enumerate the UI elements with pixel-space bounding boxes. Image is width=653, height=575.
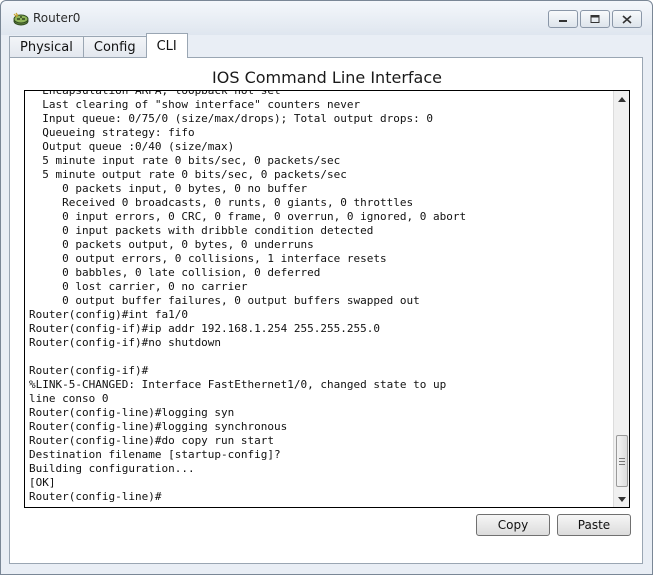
scroll-down-icon xyxy=(618,496,626,502)
terminal-line: Router(config-line)#logging synchronous xyxy=(29,420,288,433)
terminal-line: Output queue :0/40 (size/max) xyxy=(29,140,235,153)
tab-config[interactable]: Config xyxy=(82,36,147,58)
paste-button[interactable]: Paste xyxy=(557,514,631,536)
tab-cli[interactable]: CLI xyxy=(145,33,188,58)
terminal-line: Router(config)#int fa1/0 xyxy=(29,308,188,321)
terminal-line: 0 packets input, 0 bytes, 0 no buffer xyxy=(29,182,308,195)
router-icon xyxy=(13,11,29,26)
terminal-line: 0 input errors, 0 CRC, 0 frame, 0 overru… xyxy=(29,210,467,223)
close-button[interactable] xyxy=(612,10,642,28)
tab-physical[interactable]: Physical xyxy=(9,36,84,58)
scroll-up-icon xyxy=(618,96,626,102)
terminal-console[interactable]: Encapsulation ARPA, loopback not set Las… xyxy=(24,90,630,508)
terminal-scrollbar[interactable] xyxy=(613,91,629,507)
terminal-line: Router(config-if)#no shutdown xyxy=(29,336,222,349)
window-controls xyxy=(548,10,642,28)
terminal-line: Received 0 broadcasts, 0 runts, 0 giants… xyxy=(29,196,414,209)
terminal-line: 5 minute output rate 0 bits/sec, 0 packe… xyxy=(29,168,347,181)
title-bar[interactable]: Router0 xyxy=(1,1,652,35)
terminal-line: %LINK-5-CHANGED: Interface FastEthernet1… xyxy=(29,378,447,391)
terminal-line: Building configuration... xyxy=(29,462,195,475)
terminal-line: Router(config-if)#ip addr 192.168.1.254 … xyxy=(29,322,380,335)
terminal-line: line conso 0 xyxy=(29,392,109,405)
terminal-line: Queueing strategy: fifo xyxy=(29,126,195,139)
terminal-line: [OK] xyxy=(29,476,56,489)
terminal-line: 0 packets output, 0 bytes, 0 underruns xyxy=(29,238,314,251)
terminal-line: 0 babbles, 0 late collision, 0 deferred xyxy=(29,266,321,279)
terminal-line: Input queue: 0/75/0 (size/max/drops); To… xyxy=(29,112,433,125)
terminal-line: 0 lost carrier, 0 no carrier xyxy=(29,280,248,293)
terminal-line: Router(config-line)#logging syn xyxy=(29,406,235,419)
terminal-output: Encapsulation ARPA, loopback not set Las… xyxy=(29,90,613,504)
terminal-line: Destination filename [startup-config]? xyxy=(29,448,281,461)
terminal-line: Router(config-line)# xyxy=(29,490,162,503)
router-window: Router0 Physical Config CLI IOS Command … xyxy=(0,0,653,575)
close-icon xyxy=(622,14,632,24)
maximize-icon xyxy=(590,15,600,23)
terminal-line: 0 output buffer failures, 0 output buffe… xyxy=(29,294,420,307)
terminal-line: 5 minute input rate 0 bits/sec, 0 packet… xyxy=(29,154,341,167)
terminal-line: 0 output errors, 0 collisions, 1 interfa… xyxy=(29,252,387,265)
copy-button[interactable]: Copy xyxy=(476,514,550,536)
scroll-thumb[interactable] xyxy=(616,435,628,487)
scroll-down-arrow[interactable] xyxy=(614,491,629,507)
scroll-up-arrow[interactable] xyxy=(614,91,629,107)
cli-heading: IOS Command Line Interface xyxy=(212,68,442,87)
terminal-line: Router(config-line)#do copy run start xyxy=(29,434,275,447)
maximize-button[interactable] xyxy=(580,10,610,28)
tab-bar: Physical Config CLI xyxy=(9,33,188,58)
terminal-line: Last clearing of "show interface" counte… xyxy=(29,98,361,111)
minimize-button[interactable] xyxy=(548,10,578,28)
terminal-line: 0 input packets with dribble condition d… xyxy=(29,224,374,237)
terminal-line: Encapsulation ARPA, loopback not set xyxy=(29,90,281,97)
terminal-line: Router(config-if)# xyxy=(29,364,149,377)
minimize-icon xyxy=(559,20,567,22)
window-title: Router0 xyxy=(33,11,81,25)
cli-panel: IOS Command Line Interface Encapsulation… xyxy=(9,57,643,564)
